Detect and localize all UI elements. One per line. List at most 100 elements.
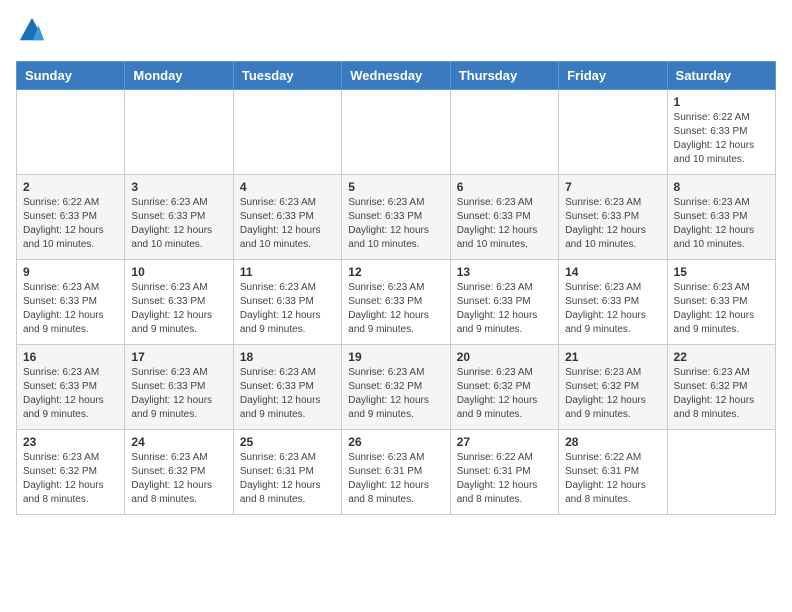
day-number: 3 bbox=[131, 180, 226, 194]
weekday-header-thursday: Thursday bbox=[450, 62, 558, 90]
day-number: 9 bbox=[23, 265, 118, 279]
day-info: Sunrise: 6:23 AM Sunset: 6:33 PM Dayligh… bbox=[23, 281, 118, 337]
day-info: Sunrise: 6:23 AM Sunset: 6:33 PM Dayligh… bbox=[23, 366, 118, 422]
day-number: 7 bbox=[565, 180, 660, 194]
weekday-header-monday: Monday bbox=[125, 62, 233, 90]
calendar-cell: 27 Sunrise: 6:22 AM Sunset: 6:31 PM Dayli… bbox=[450, 430, 558, 515]
calendar-cell: 2Sunrise: 6:22 AM Sunset: 6:33 PM Daylig… bbox=[17, 175, 125, 260]
day-info: Sunrise: 6:23 AM Sunset: 6:33 PM Dayligh… bbox=[348, 196, 443, 252]
calendar-cell: 5 Sunrise: 6:23 AM Sunset: 6:33 PM Daylig… bbox=[342, 175, 450, 260]
day-info: Sunrise: 6:23 AM Sunset: 6:33 PM Dayligh… bbox=[131, 281, 226, 337]
day-number: 8 bbox=[674, 180, 769, 194]
day-info: Sunrise: 6:22 AM Sunset: 6:33 PM Dayligh… bbox=[674, 111, 769, 167]
calendar-cell bbox=[125, 90, 233, 175]
calendar-week-row: 16Sunrise: 6:23 AM Sunset: 6:33 PM Dayli… bbox=[17, 345, 776, 430]
day-info: Sunrise: 6:23 AM Sunset: 6:32 PM Dayligh… bbox=[457, 366, 552, 422]
calendar-week-row: 2Sunrise: 6:22 AM Sunset: 6:33 PM Daylig… bbox=[17, 175, 776, 260]
calendar-cell bbox=[233, 90, 341, 175]
calendar-cell: 26 Sunrise: 6:23 AM Sunset: 6:31 PM Dayli… bbox=[342, 430, 450, 515]
calendar-cell bbox=[17, 90, 125, 175]
day-info: Sunrise: 6:23 AM Sunset: 6:33 PM Dayligh… bbox=[565, 196, 660, 252]
day-number: 19 bbox=[348, 350, 443, 364]
calendar-cell: 3 Sunrise: 6:23 AM Sunset: 6:33 PM Daylig… bbox=[125, 175, 233, 260]
calendar-cell: 11 Sunrise: 6:23 AM Sunset: 6:33 PM Dayli… bbox=[233, 260, 341, 345]
day-number: 12 bbox=[348, 265, 443, 279]
day-info: Sunrise: 6:23 AM Sunset: 6:33 PM Dayligh… bbox=[240, 281, 335, 337]
day-info: Sunrise: 6:23 AM Sunset: 6:33 PM Dayligh… bbox=[240, 366, 335, 422]
calendar-cell bbox=[450, 90, 558, 175]
calendar-cell: 17 Sunrise: 6:23 AM Sunset: 6:33 PM Dayli… bbox=[125, 345, 233, 430]
day-info: Sunrise: 6:23 AM Sunset: 6:33 PM Dayligh… bbox=[457, 281, 552, 337]
calendar-cell: 8 Sunrise: 6:23 AM Sunset: 6:33 PM Daylig… bbox=[667, 175, 775, 260]
calendar-cell: 6Sunrise: 6:23 AM Sunset: 6:33 PM Daylig… bbox=[450, 175, 558, 260]
weekday-header-tuesday: Tuesday bbox=[233, 62, 341, 90]
day-info: Sunrise: 6:23 AM Sunset: 6:33 PM Dayligh… bbox=[240, 196, 335, 252]
day-info: Sunrise: 6:23 AM Sunset: 6:31 PM Dayligh… bbox=[348, 451, 443, 507]
day-number: 13 bbox=[457, 265, 552, 279]
logo bbox=[16, 16, 50, 49]
calendar-cell: 25 Sunrise: 6:23 AM Sunset: 6:31 PM Dayli… bbox=[233, 430, 341, 515]
day-number: 21 bbox=[565, 350, 660, 364]
weekday-header-row: SundayMondayTuesdayWednesdayThursdayFrid… bbox=[17, 62, 776, 90]
calendar-cell: 4Sunrise: 6:23 AM Sunset: 6:33 PM Daylig… bbox=[233, 175, 341, 260]
weekday-header-saturday: Saturday bbox=[667, 62, 775, 90]
day-info: Sunrise: 6:23 AM Sunset: 6:33 PM Dayligh… bbox=[674, 281, 769, 337]
calendar-cell: 9 Sunrise: 6:23 AM Sunset: 6:33 PM Daylig… bbox=[17, 260, 125, 345]
calendar-cell bbox=[342, 90, 450, 175]
calendar-table: SundayMondayTuesdayWednesdayThursdayFrid… bbox=[16, 61, 776, 515]
day-number: 17 bbox=[131, 350, 226, 364]
calendar-cell: 24 Sunrise: 6:23 AM Sunset: 6:32 PM Dayli… bbox=[125, 430, 233, 515]
day-number: 5 bbox=[348, 180, 443, 194]
day-number: 24 bbox=[131, 435, 226, 449]
calendar-week-row: 23 Sunrise: 6:23 AM Sunset: 6:32 PM Dayli… bbox=[17, 430, 776, 515]
day-number: 23 bbox=[23, 435, 118, 449]
calendar-cell: 28 Sunrise: 6:22 AM Sunset: 6:31 PM Dayli… bbox=[559, 430, 667, 515]
day-number: 18 bbox=[240, 350, 335, 364]
calendar-cell: 22 Sunrise: 6:23 AM Sunset: 6:32 PM Dayli… bbox=[667, 345, 775, 430]
day-info: Sunrise: 6:23 AM Sunset: 6:32 PM Dayligh… bbox=[565, 366, 660, 422]
day-number: 2 bbox=[23, 180, 118, 194]
calendar-week-row: 1 Sunrise: 6:22 AM Sunset: 6:33 PM Daylig… bbox=[17, 90, 776, 175]
day-info: Sunrise: 6:23 AM Sunset: 6:33 PM Dayligh… bbox=[457, 196, 552, 252]
calendar-cell: 13 Sunrise: 6:23 AM Sunset: 6:33 PM Dayli… bbox=[450, 260, 558, 345]
day-info: Sunrise: 6:23 AM Sunset: 6:32 PM Dayligh… bbox=[131, 451, 226, 507]
day-number: 27 bbox=[457, 435, 552, 449]
calendar-cell: 12 Sunrise: 6:23 AM Sunset: 6:33 PM Dayli… bbox=[342, 260, 450, 345]
calendar-cell: 1 Sunrise: 6:22 AM Sunset: 6:33 PM Daylig… bbox=[667, 90, 775, 175]
logo-icon bbox=[18, 16, 46, 44]
day-number: 10 bbox=[131, 265, 226, 279]
day-info: Sunrise: 6:23 AM Sunset: 6:32 PM Dayligh… bbox=[23, 451, 118, 507]
day-info: Sunrise: 6:23 AM Sunset: 6:33 PM Dayligh… bbox=[131, 366, 226, 422]
day-number: 14 bbox=[565, 265, 660, 279]
day-info: Sunrise: 6:23 AM Sunset: 6:33 PM Dayligh… bbox=[565, 281, 660, 337]
calendar-cell: 23 Sunrise: 6:23 AM Sunset: 6:32 PM Dayli… bbox=[17, 430, 125, 515]
day-info: Sunrise: 6:23 AM Sunset: 6:31 PM Dayligh… bbox=[240, 451, 335, 507]
day-info: Sunrise: 6:23 AM Sunset: 6:33 PM Dayligh… bbox=[131, 196, 226, 252]
day-number: 20 bbox=[457, 350, 552, 364]
calendar-cell bbox=[667, 430, 775, 515]
weekday-header-wednesday: Wednesday bbox=[342, 62, 450, 90]
calendar-cell: 10 Sunrise: 6:23 AM Sunset: 6:33 PM Dayli… bbox=[125, 260, 233, 345]
day-number: 25 bbox=[240, 435, 335, 449]
day-info: Sunrise: 6:23 AM Sunset: 6:33 PM Dayligh… bbox=[674, 196, 769, 252]
calendar-cell: 21 Sunrise: 6:23 AM Sunset: 6:32 PM Dayli… bbox=[559, 345, 667, 430]
calendar-cell: 16Sunrise: 6:23 AM Sunset: 6:33 PM Dayli… bbox=[17, 345, 125, 430]
day-info: Sunrise: 6:22 AM Sunset: 6:31 PM Dayligh… bbox=[565, 451, 660, 507]
calendar-cell: 7 Sunrise: 6:23 AM Sunset: 6:33 PM Daylig… bbox=[559, 175, 667, 260]
calendar-cell: 14 Sunrise: 6:23 AM Sunset: 6:33 PM Dayli… bbox=[559, 260, 667, 345]
day-info: Sunrise: 6:23 AM Sunset: 6:32 PM Dayligh… bbox=[674, 366, 769, 422]
day-number: 11 bbox=[240, 265, 335, 279]
day-number: 28 bbox=[565, 435, 660, 449]
day-number: 22 bbox=[674, 350, 769, 364]
calendar-cell: 19 Sunrise: 6:23 AM Sunset: 6:32 PM Dayli… bbox=[342, 345, 450, 430]
weekday-header-sunday: Sunday bbox=[17, 62, 125, 90]
calendar-cell: 15 Sunrise: 6:23 AM Sunset: 6:33 PM Dayli… bbox=[667, 260, 775, 345]
day-number: 26 bbox=[348, 435, 443, 449]
day-info: Sunrise: 6:23 AM Sunset: 6:33 PM Dayligh… bbox=[348, 281, 443, 337]
day-info: Sunrise: 6:23 AM Sunset: 6:32 PM Dayligh… bbox=[348, 366, 443, 422]
day-info: Sunrise: 6:22 AM Sunset: 6:31 PM Dayligh… bbox=[457, 451, 552, 507]
day-number: 15 bbox=[674, 265, 769, 279]
calendar-cell: 18 Sunrise: 6:23 AM Sunset: 6:33 PM Dayli… bbox=[233, 345, 341, 430]
day-number: 1 bbox=[674, 95, 769, 109]
page-header bbox=[16, 16, 776, 49]
